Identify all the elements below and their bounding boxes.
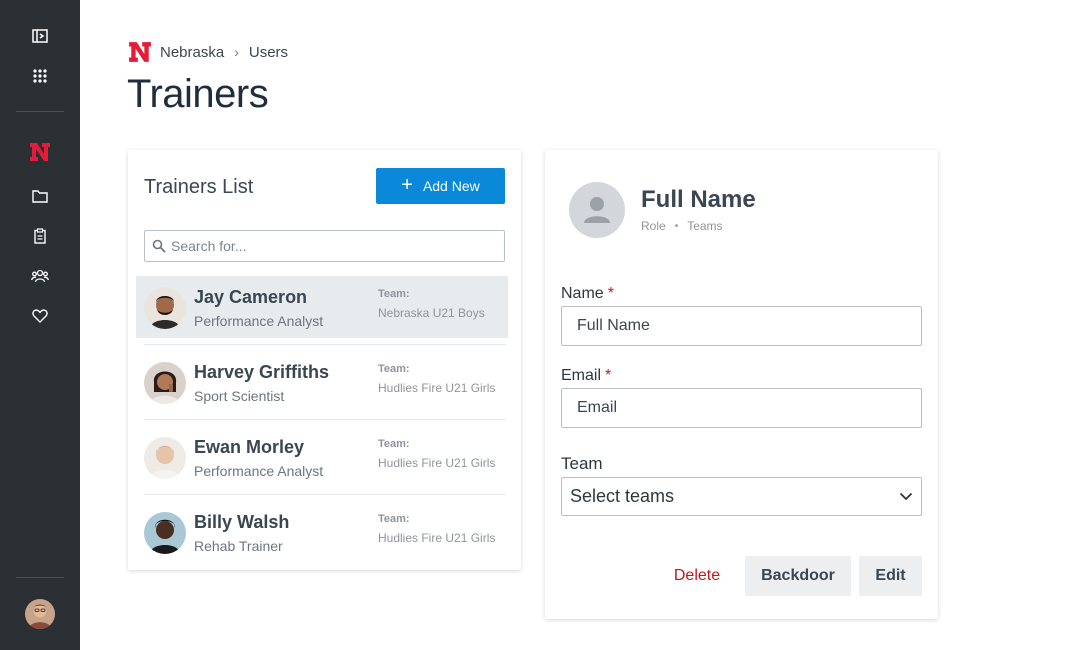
name-field[interactable] <box>561 306 922 346</box>
nebraska-logo-icon[interactable] <box>28 140 52 164</box>
search-icon <box>152 239 166 253</box>
email-field[interactable] <box>561 388 922 428</box>
detail-teams: Teams <box>687 219 723 233</box>
trainer-team: Hudlies Fire U21 Girls <box>378 381 496 395</box>
trainer-detail-card: Full Name Role • Teams Name* Email* Team… <box>545 150 938 619</box>
trainer-role: Performance Analyst <box>194 463 324 479</box>
trainer-row[interactable]: Jay Cameron Performance Analyst Team: Ne… <box>136 276 508 338</box>
team-label: Team: <box>378 438 410 450</box>
plus-icon: + <box>401 174 413 196</box>
trainer-row[interactable]: Harvey Griffiths Sport Scientist Team: H… <box>136 351 508 413</box>
team-select-value: Select teams <box>570 486 675 506</box>
trainer-avatar <box>144 437 186 479</box>
sidebar-divider <box>16 577 64 578</box>
breadcrumb: Nebraska › Users <box>128 40 288 64</box>
required-mark: * <box>605 367 612 384</box>
trainer-name: Ewan Morley <box>194 437 305 457</box>
sidebar-divider <box>16 111 64 112</box>
row-divider <box>144 344 506 345</box>
required-mark: * <box>607 285 614 302</box>
trainer-role: Sport Scientist <box>194 388 285 404</box>
detail-name: Full Name <box>641 186 756 213</box>
users-icon[interactable] <box>28 264 52 288</box>
team-field-label: Team <box>561 454 603 473</box>
clipboard-icon[interactable] <box>28 224 52 248</box>
search-input[interactable] <box>171 238 491 254</box>
trainer-team: Hudlies Fire U21 Girls <box>378 456 496 470</box>
team-label: Team: <box>378 513 410 525</box>
trainers-list-card: Trainers List + Add New Jay Cameron Perf… <box>128 150 521 570</box>
breadcrumb-page[interactable]: Users <box>249 44 288 61</box>
page-title: Trainers <box>127 72 269 116</box>
email-field-label: Email * <box>561 367 612 384</box>
trainer-role: Rehab Trainer <box>194 538 283 554</box>
row-divider <box>144 494 506 495</box>
chevron-down-icon <box>899 492 913 501</box>
trainer-row[interactable]: Billy Walsh Rehab Trainer Team: Hudlies … <box>136 501 508 563</box>
trainer-team: Nebraska U21 Boys <box>378 306 485 320</box>
team-select[interactable]: Select teams <box>561 477 922 516</box>
add-new-label: Add New <box>422 178 480 194</box>
list-title: Trainers List <box>144 176 254 198</box>
heart-icon[interactable] <box>28 304 52 328</box>
breadcrumb-separator: › <box>234 44 239 60</box>
folder-icon[interactable] <box>28 184 52 208</box>
trainer-row[interactable]: Ewan Morley Performance Analyst Team: Hu… <box>136 426 508 488</box>
meta-separator: • <box>674 220 679 232</box>
search-box <box>144 230 505 262</box>
apps-grid-icon[interactable] <box>28 64 52 88</box>
nebraska-logo-icon <box>129 42 151 62</box>
trainer-team: Hudlies Fire U21 Girls <box>378 531 496 545</box>
breadcrumb-org[interactable]: Nebraska <box>160 44 224 61</box>
add-new-button[interactable]: + Add New <box>376 168 505 204</box>
trainer-name: Billy Walsh <box>194 512 290 532</box>
sidebar <box>0 0 80 650</box>
name-field-label: Name * <box>561 285 614 302</box>
trainer-avatar <box>144 362 186 404</box>
team-label: Team: <box>378 363 410 375</box>
trainer-avatar <box>144 287 186 329</box>
trainer-role: Performance Analyst <box>194 313 324 329</box>
edit-button[interactable]: Edit <box>859 556 922 596</box>
trainer-avatar <box>144 512 186 554</box>
backdoor-button[interactable]: Backdoor <box>745 556 851 596</box>
collapse-sidebar-icon[interactable] <box>28 24 52 48</box>
delete-button[interactable]: Delete <box>667 556 727 596</box>
avatar-placeholder-icon <box>569 182 625 238</box>
trainer-name: Jay Cameron <box>194 287 308 307</box>
detail-role: Role <box>641 219 666 233</box>
trainer-name: Harvey Griffiths <box>194 362 330 382</box>
detail-meta: Role • Teams <box>641 219 723 233</box>
user-avatar[interactable] <box>25 599 55 629</box>
row-divider <box>144 419 506 420</box>
team-label: Team: <box>378 288 410 300</box>
